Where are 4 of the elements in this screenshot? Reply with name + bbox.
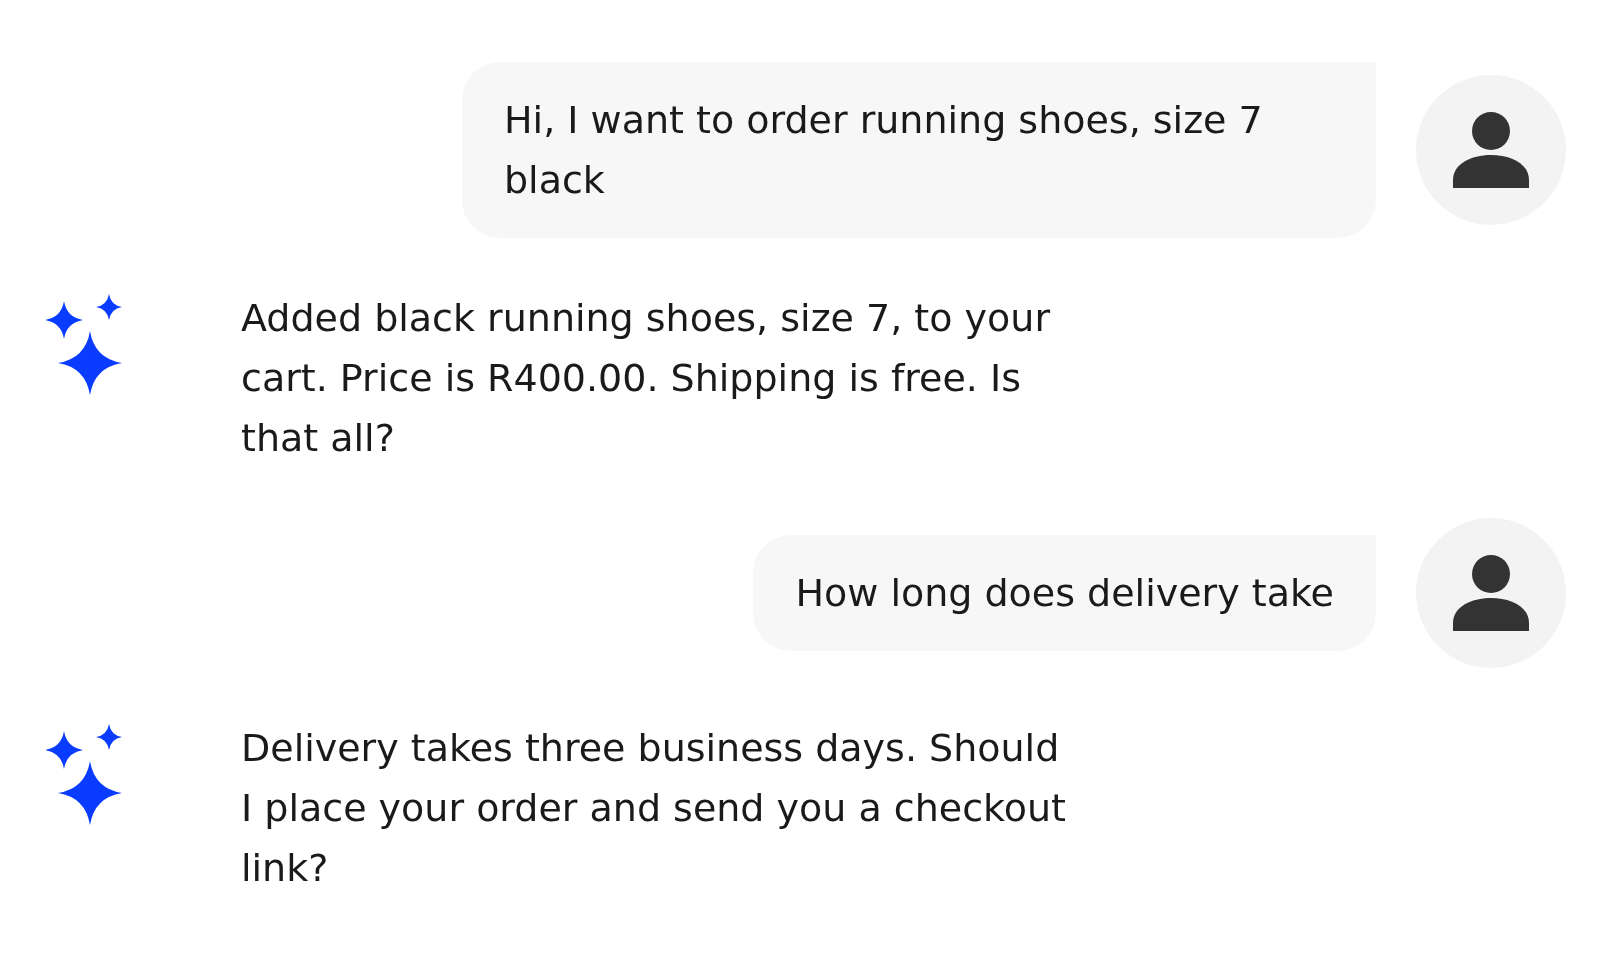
assistant-message: Added black running shoes, size 7, to your cart. Price is R400.00. Shipping is free. Is that all? (241, 295, 1052, 462)
user-message: Hi, I want to order running shoes, size 7 black (462, 62, 1376, 238)
user-message: How long does delivery take (753, 535, 1376, 651)
assistant-message: Delivery takes three business days. Should I place your order and send you a checkout link? (241, 725, 1067, 892)
